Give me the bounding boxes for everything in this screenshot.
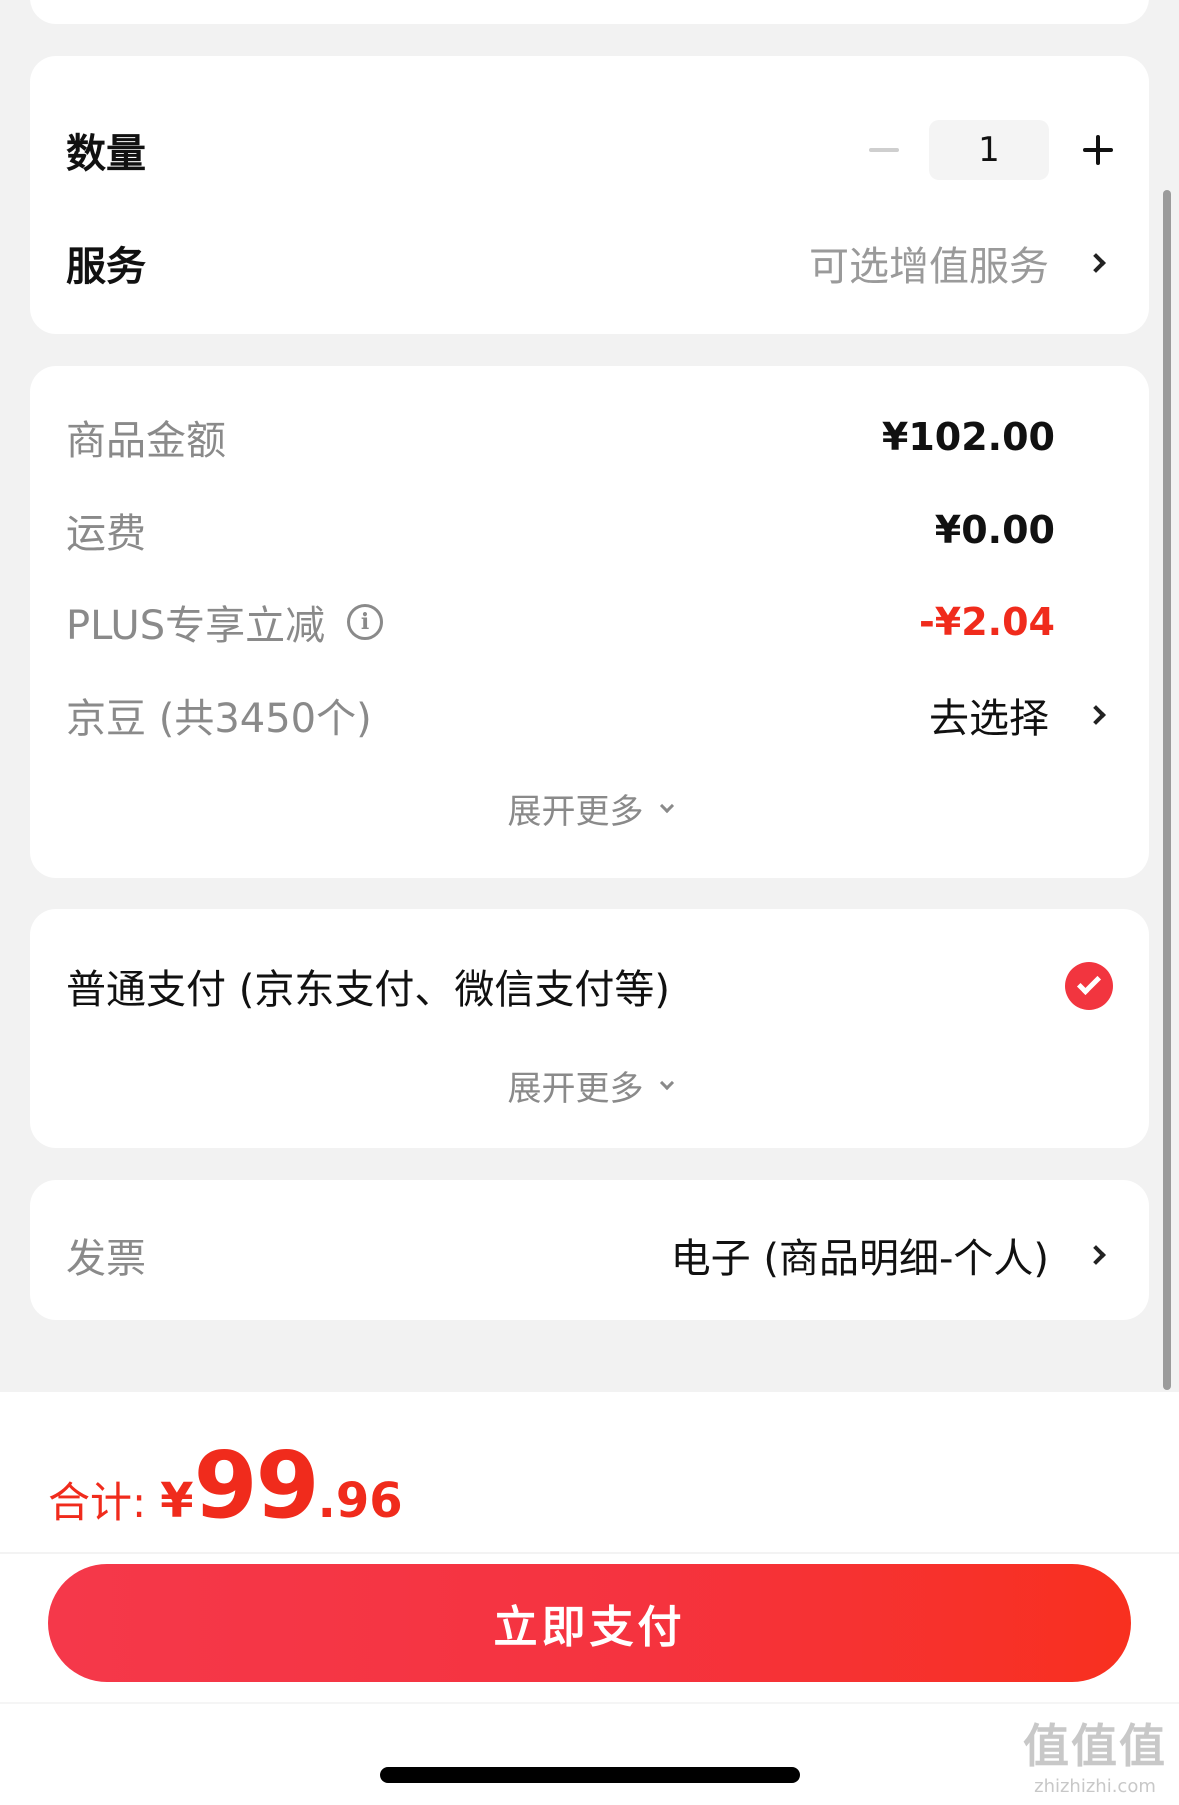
quantity-service-card: 数量 1 服务 可选增值服务 [30, 56, 1149, 334]
payment-method-label: 普通支付 (京东支付、微信支付等) [66, 967, 670, 1013]
total-label: 合计: [48, 1478, 147, 1527]
shipping-row: 运费 ¥0.00 [66, 501, 1113, 559]
decrease-quantity-button[interactable] [869, 148, 899, 152]
checkmark-icon[interactable] [1065, 962, 1113, 1010]
total-currency: ¥ [160, 1473, 194, 1529]
expand-more-button[interactable]: 展开更多 [30, 1061, 1149, 1110]
service-label: 服务 [66, 244, 146, 290]
chevron-down-icon [659, 798, 674, 813]
expand-more-label: 展开更多 [507, 1069, 644, 1109]
service-value: 可选增值服务 [809, 244, 1049, 290]
expand-more-label: 展开更多 [507, 792, 644, 832]
total-decimal: .96 [317, 1473, 403, 1529]
goods-amount-label: 商品金额 [66, 418, 226, 464]
quantity-input[interactable]: 1 [929, 120, 1049, 180]
chevron-right-icon [1086, 253, 1106, 273]
divider [0, 1552, 1179, 1554]
expand-more-button[interactable]: 展开更多 [30, 784, 1149, 833]
quantity-row: 数量 1 [66, 120, 1113, 180]
info-icon[interactable]: i [347, 604, 384, 640]
total-integer: 99 [193, 1432, 320, 1539]
chevron-right-icon [1086, 705, 1106, 725]
chevron-down-icon [659, 1075, 674, 1090]
scrollbar[interactable] [1163, 190, 1171, 1390]
quantity-label: 数量 [66, 131, 146, 177]
invoice-card[interactable]: 发票 电子 (商品明细-个人) [30, 1180, 1149, 1320]
jingdou-label: 京豆 (共3450个) [66, 696, 372, 742]
plus-discount-row: PLUS专享立减 i -¥2.04 [66, 593, 1113, 651]
total-price: 合计: ¥ 99 .96 [48, 1432, 403, 1539]
plus-discount-label: PLUS专享立减 [66, 603, 326, 649]
home-indicator[interactable] [380, 1767, 800, 1783]
service-row[interactable]: 服务 可选增值服务 [66, 234, 1113, 292]
price-detail-card: 商品金额 ¥102.00 运费 ¥0.00 PLUS专享立减 i -¥2.04 … [30, 366, 1149, 878]
payment-method-card: 普通支付 (京东支付、微信支付等) 展开更多 [30, 909, 1149, 1148]
jingdou-value: 去选择 [929, 696, 1049, 742]
quantity-stepper: 1 [869, 120, 1113, 180]
previous-card [30, 0, 1149, 24]
invoice-label: 发票 [66, 1236, 146, 1282]
goods-amount-row: 商品金额 ¥102.00 [66, 408, 1113, 466]
watermark-sub: zhizhizhi.com [1034, 1776, 1156, 1797]
watermark-logo: 值值值 zhizhizhi.com [1023, 1710, 1167, 1797]
plus-discount-value: -¥2.04 [919, 600, 1055, 644]
divider [0, 1702, 1179, 1704]
chevron-right-icon [1086, 1245, 1106, 1265]
goods-amount-value: ¥102.00 [881, 415, 1055, 459]
payment-method-row[interactable]: 普通支付 (京东支付、微信支付等) [66, 957, 1113, 1015]
checkout-page: 数量 1 服务 可选增值服务 商品金额 ¥102.00 运费 ¥0.00 PLU… [0, 0, 1179, 1805]
watermark-main: 值值值 [1023, 1719, 1167, 1773]
jingdou-row[interactable]: 京豆 (共3450个) 去选择 [66, 686, 1113, 744]
invoice-row[interactable]: 发票 电子 (商品明细-个人) [66, 1226, 1113, 1284]
pay-now-button[interactable]: 立即支付 [48, 1564, 1131, 1682]
increase-quantity-button[interactable] [1083, 135, 1113, 165]
shipping-label: 运费 [66, 511, 146, 557]
shipping-value: ¥0.00 [934, 508, 1055, 552]
invoice-value: 电子 (商品明细-个人) [670, 1236, 1049, 1282]
checkout-footer: 合计: ¥ 99 .96 立即支付 值值值 zhizhizhi.com [0, 1392, 1179, 1805]
